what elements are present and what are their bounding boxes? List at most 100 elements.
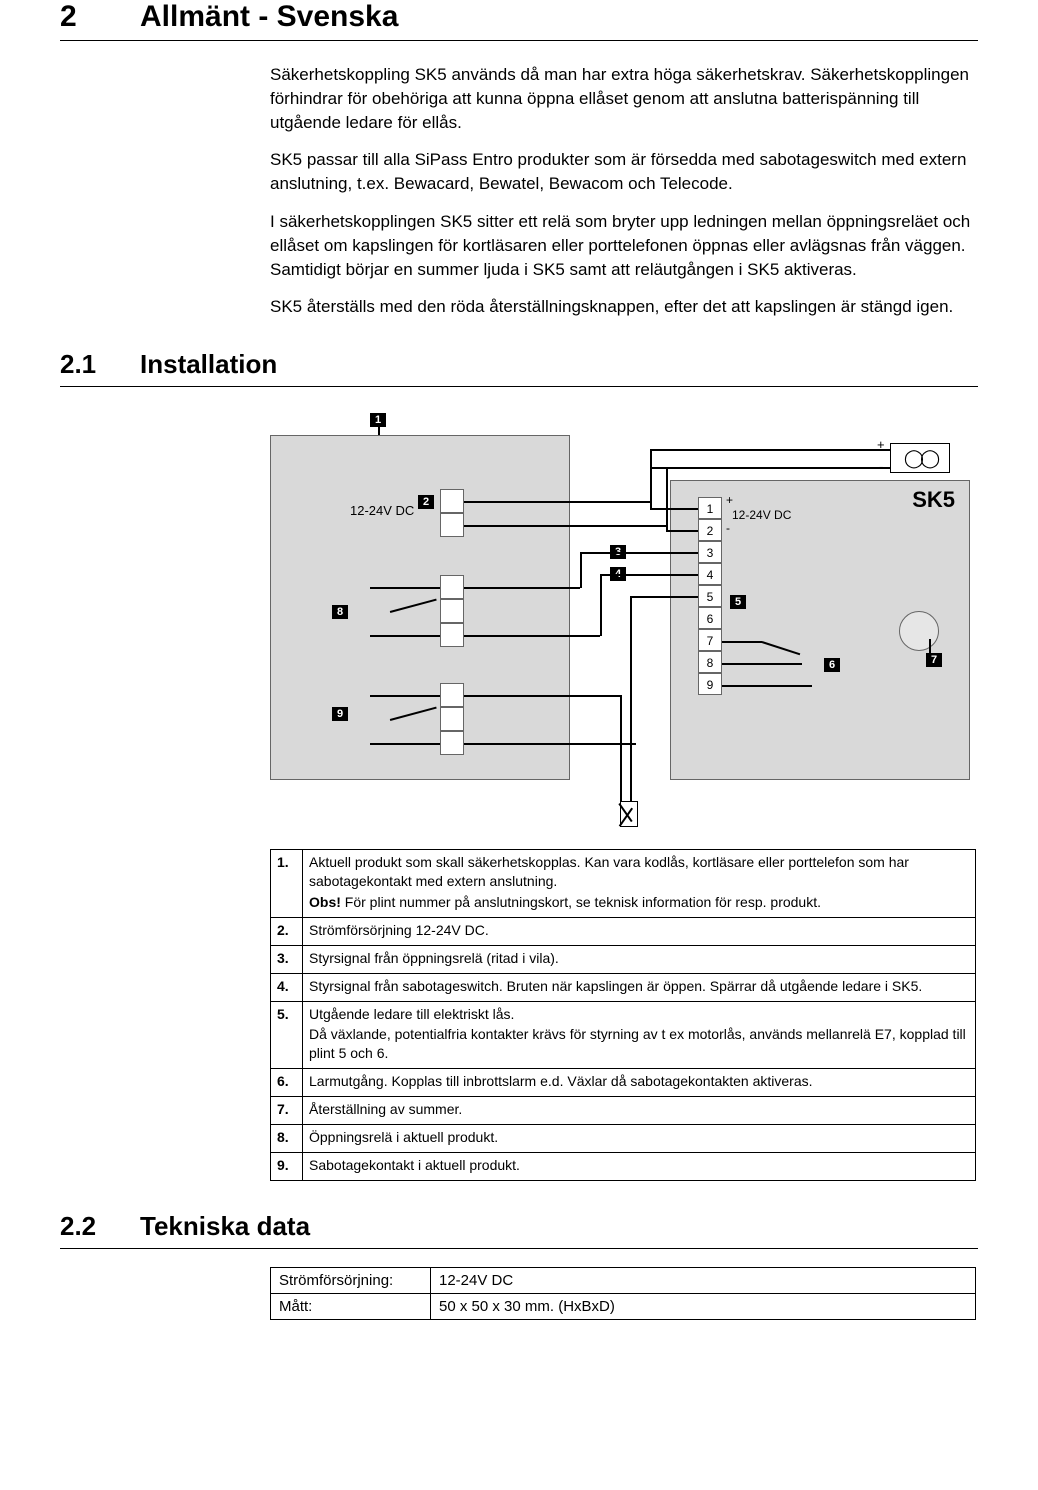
terminal — [440, 731, 464, 755]
legend-number: 5. — [271, 1001, 303, 1069]
wire — [464, 587, 580, 589]
paragraph: I säkerhetskopplingen SK5 sitter ett rel… — [270, 210, 978, 281]
wire — [464, 635, 600, 637]
wire — [650, 467, 890, 469]
spec-row: Mått:50 x 50 x 30 mm. (HxBxD) — [271, 1293, 976, 1319]
diagram-callout: 7 — [926, 653, 942, 667]
diagram-callout: 8 — [332, 605, 348, 619]
legend-text: Sabotagekontakt i aktuell produkt. — [303, 1152, 976, 1180]
wire — [722, 663, 802, 665]
paragraph: SK5 återställs med den röda återställnin… — [270, 295, 978, 319]
subsection-heading: 2.2Tekniska data — [60, 1211, 978, 1249]
legend-line: Styrsignal från sabotageswitch. Bruten n… — [309, 977, 969, 996]
legend-text: Aktuell produkt som skall säkerhetskoppl… — [303, 850, 976, 918]
wiring-diagram-wrapper: SK5 ◯◯ + - 1 2 3 4 5 6 7 8 9 12-24V DC 1… — [270, 405, 978, 835]
legend-row: 6. Larmutgång. Kopplas till inbrottslarm … — [271, 1069, 976, 1097]
plus-label: + — [726, 493, 733, 507]
legend-number: 6. — [271, 1069, 303, 1097]
subsection-number: 2.1 — [60, 349, 140, 380]
legend-line: Obs! För plint nummer på anslutningskort… — [309, 893, 969, 912]
legend-line: Aktuell produkt som skall säkerhetskoppl… — [309, 853, 969, 891]
legend-number: 2. — [271, 917, 303, 945]
product-box — [270, 435, 570, 780]
wire — [370, 635, 440, 637]
wire — [650, 449, 652, 508]
wire — [600, 574, 602, 636]
spec-label: Strömförsörjning: — [271, 1267, 431, 1293]
voltage-label: 12-24V DC — [350, 503, 414, 518]
legend-text: Larmutgång. Kopplas till inbrottslarm e.… — [303, 1069, 976, 1097]
legend-row: 3. Styrsignal från öppningsrelä (ritad i … — [271, 945, 976, 973]
diagram-callout: 9 — [332, 707, 348, 721]
legend-text: Öppningsrelä i aktuell produkt. — [303, 1124, 976, 1152]
legend-number: 7. — [271, 1097, 303, 1125]
wire — [650, 449, 890, 451]
diagram-legend-table: 1.Aktuell produkt som skall säkerhetskop… — [270, 849, 976, 1181]
legend-line: Larmutgång. Kopplas till inbrottslarm e.… — [309, 1072, 969, 1091]
wire — [580, 552, 582, 588]
legend-number: 8. — [271, 1124, 303, 1152]
section-title: Allmänt - Svenska — [140, 0, 398, 33]
reset-button-icon — [899, 611, 939, 651]
legend-number: 9. — [271, 1152, 303, 1180]
wire — [464, 525, 666, 527]
strike-icon — [620, 801, 638, 827]
legend-text: Utgående ledare till elektriskt lås.Då v… — [303, 1001, 976, 1069]
wire — [620, 695, 622, 803]
sk5-terminal: 3 — [698, 541, 722, 563]
wire — [464, 695, 620, 697]
diagram-callout: 2 — [418, 495, 434, 509]
voltage-label: 12-24V DC — [732, 508, 791, 522]
legend-row: 8. Öppningsrelä i aktuell produkt. — [271, 1124, 976, 1152]
legend-row: 7. Återställning av summer. — [271, 1097, 976, 1125]
terminal — [440, 623, 464, 647]
wire — [650, 508, 698, 510]
wire — [722, 641, 762, 643]
spec-value: 50 x 50 x 30 mm. (HxBxD) — [431, 1293, 976, 1319]
sk5-terminal: 8 — [698, 651, 722, 673]
terminal — [440, 575, 464, 599]
wire — [580, 552, 698, 554]
wire — [464, 743, 636, 745]
wire — [929, 639, 931, 653]
terminal — [440, 707, 464, 731]
wire — [722, 685, 812, 687]
spec-value: 12-24V DC — [431, 1267, 976, 1293]
legend-line: Sabotagekontakt i aktuell produkt. — [309, 1156, 969, 1175]
legend-line: Utgående ledare till elektriskt lås. — [309, 1005, 969, 1024]
terminal — [440, 513, 464, 537]
subsection-title: Tekniska data — [140, 1211, 310, 1241]
legend-line: Öppningsrelä i aktuell produkt. — [309, 1128, 969, 1147]
legend-text: Strömförsörjning 12-24V DC. — [303, 917, 976, 945]
spec-table: Strömförsörjning:12-24V DCMått:50 x 50 x… — [270, 1267, 976, 1320]
legend-number: 3. — [271, 945, 303, 973]
terminal — [440, 599, 464, 623]
power-supply-icon: ◯◯ — [890, 443, 950, 473]
legend-line: Styrsignal från öppningsrelä (ritad i vi… — [309, 949, 969, 968]
diagram-callout: 6 — [824, 658, 840, 672]
legend-text: Styrsignal från öppningsrelä (ritad i vi… — [303, 945, 976, 973]
wiring-diagram: SK5 ◯◯ + - 1 2 3 4 5 6 7 8 9 12-24V DC 1… — [270, 405, 976, 835]
wire — [600, 574, 698, 576]
spec-row: Strömförsörjning:12-24V DC — [271, 1267, 976, 1293]
wire — [630, 596, 698, 598]
legend-row: 2. Strömförsörjning 12-24V DC. — [271, 917, 976, 945]
legend-line: Återställning av summer. — [309, 1100, 969, 1119]
legend-text: Återställning av summer. — [303, 1097, 976, 1125]
legend-line: Strömförsörjning 12-24V DC. — [309, 921, 969, 940]
paragraph: SK5 passar till alla SiPass Entro produk… — [270, 148, 978, 196]
terminal — [440, 683, 464, 707]
legend-row: 5.Utgående ledare till elektriskt lås.Då… — [271, 1001, 976, 1069]
sk5-terminal: 9 — [698, 673, 722, 695]
sk5-terminal: 2 — [698, 519, 722, 541]
paragraph: Säkerhetskoppling SK5 används då man har… — [270, 63, 978, 134]
wire — [370, 743, 440, 745]
legend-row: 4.Styrsignal från sabotageswitch. Bruten… — [271, 973, 976, 1001]
legend-row: 1.Aktuell produkt som skall säkerhetskop… — [271, 850, 976, 918]
intro-text: Säkerhetskoppling SK5 används då man har… — [270, 63, 978, 319]
legend-line: Då växlande, potentialfria kontakter krä… — [309, 1025, 969, 1063]
legend-text: Styrsignal från sabotageswitch. Bruten n… — [303, 973, 976, 1001]
section-number: 2 — [60, 0, 140, 34]
sk5-terminal: 7 — [698, 629, 722, 651]
wire — [666, 530, 698, 532]
